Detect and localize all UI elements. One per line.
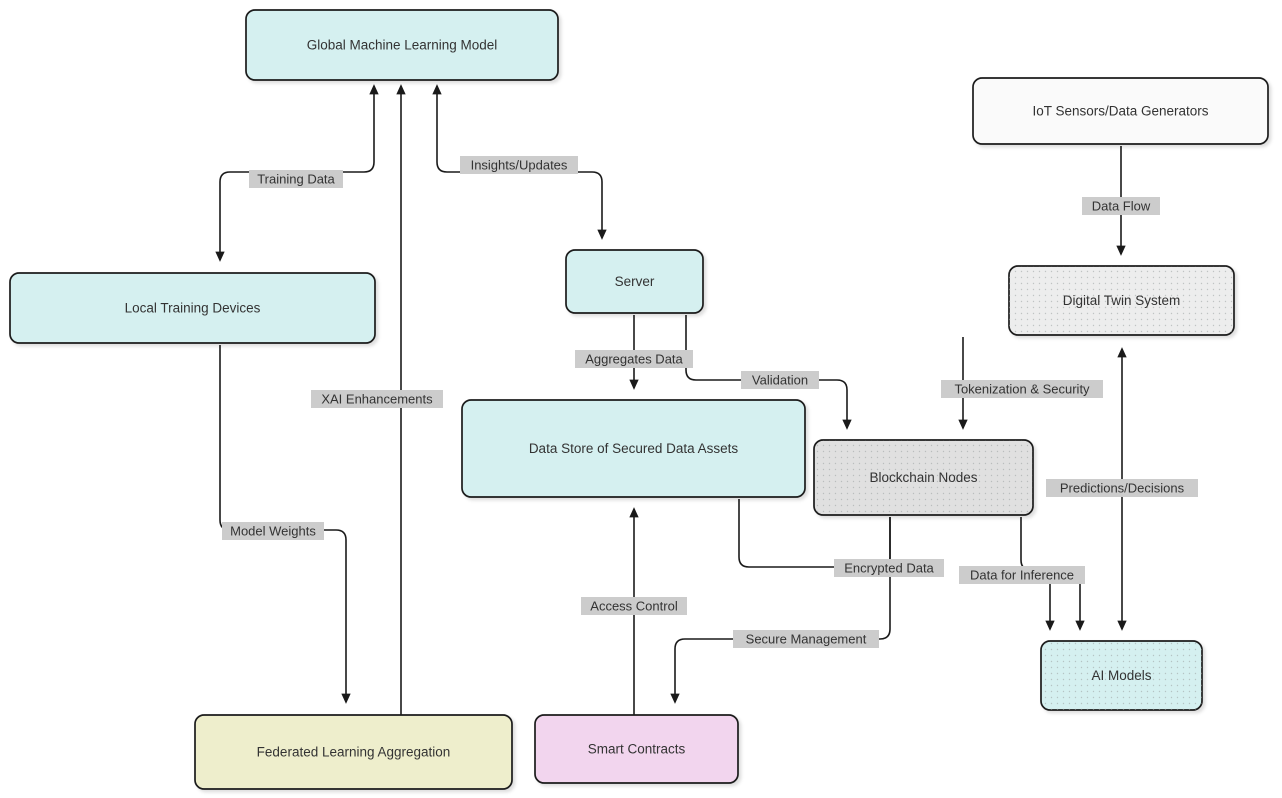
node-data_store[interactable]: Data Store of Secured Data Assets bbox=[461, 399, 806, 498]
edge-label-text-secure_management: Secure Management bbox=[746, 631, 867, 646]
edge-label-aggregates_data: Aggregates Data bbox=[575, 350, 693, 368]
edge-label-training_data: Training Data bbox=[249, 170, 343, 188]
edge-label-text-insights_updates: Insights/Updates bbox=[471, 157, 568, 172]
node-iot_sensors[interactable]: IoT Sensors/Data Generators bbox=[972, 77, 1269, 145]
edge-label-data_flow: Data Flow bbox=[1082, 197, 1160, 215]
edge-label-validation: Validation bbox=[741, 371, 819, 389]
edge-label-text-training_data: Training Data bbox=[257, 171, 335, 186]
node-label-ai_models: AI Models bbox=[1091, 668, 1151, 683]
node-label-local_devices: Local Training Devices bbox=[125, 301, 261, 316]
edge-label-model_weights: Model Weights bbox=[222, 522, 324, 540]
node-digital_twin[interactable]: Digital Twin System bbox=[1008, 265, 1235, 336]
edge-label-insights_updates: Insights/Updates bbox=[460, 156, 578, 174]
node-federated_agg[interactable]: Federated Learning Aggregation bbox=[194, 714, 513, 790]
node-smart_contracts[interactable]: Smart Contracts bbox=[534, 714, 739, 784]
edge-label-encrypted_data: Encrypted Data bbox=[834, 559, 944, 577]
node-label-data_store: Data Store of Secured Data Assets bbox=[529, 441, 739, 456]
edge-secure_management bbox=[670, 517, 891, 704]
node-label-server: Server bbox=[615, 274, 655, 289]
edge-label-text-validation: Validation bbox=[752, 372, 808, 387]
edge-label-xai_enhancements: XAI Enhancements bbox=[311, 390, 443, 408]
node-label-global_model: Global Machine Learning Model bbox=[307, 38, 498, 53]
edge-path-secure_management bbox=[670, 517, 891, 704]
node-ai_models[interactable]: AI Models bbox=[1040, 640, 1203, 711]
edge-label-data_for_inference: Data for Inference bbox=[959, 566, 1085, 584]
node-global_model[interactable]: Global Machine Learning Model bbox=[245, 9, 559, 81]
nodes-layer: Global Machine Learning Model Local Train… bbox=[9, 9, 1269, 790]
node-label-smart_contracts: Smart Contracts bbox=[588, 742, 686, 757]
node-label-blockchain_nodes: Blockchain Nodes bbox=[869, 470, 977, 485]
node-label-federated_agg: Federated Learning Aggregation bbox=[257, 745, 451, 760]
edge-label-text-xai_enhancements: XAI Enhancements bbox=[321, 391, 433, 406]
flowchart-canvas: Global Machine Learning Model Local Train… bbox=[0, 0, 1282, 798]
edge-label-text-tokenization_security: Tokenization & Security bbox=[954, 381, 1090, 396]
edge-label-tokenization_security: Tokenization & Security bbox=[941, 380, 1103, 398]
edge-label-text-access_control: Access Control bbox=[590, 598, 678, 613]
node-server[interactable]: Server bbox=[565, 249, 704, 314]
edge-label-access_control: Access Control bbox=[581, 597, 687, 615]
edge-label-predictions_decisions: Predictions/Decisions bbox=[1046, 479, 1198, 497]
edge-label-text-predictions_decisions: Predictions/Decisions bbox=[1060, 480, 1185, 495]
flowchart-svg: Global Machine Learning Model Local Train… bbox=[9, 9, 1269, 790]
node-blockchain_nodes[interactable]: Blockchain Nodes bbox=[813, 439, 1034, 516]
edge-label-text-model_weights: Model Weights bbox=[230, 523, 316, 538]
edge-label-text-aggregates_data: Aggregates Data bbox=[585, 351, 683, 366]
edge-label-text-data_flow: Data Flow bbox=[1092, 198, 1151, 213]
node-label-iot_sensors: IoT Sensors/Data Generators bbox=[1032, 104, 1208, 119]
edge-label-text-encrypted_data: Encrypted Data bbox=[844, 560, 934, 575]
edge-label-secure_management: Secure Management bbox=[733, 630, 879, 648]
node-label-digital_twin: Digital Twin System bbox=[1063, 293, 1181, 308]
node-local_devices[interactable]: Local Training Devices bbox=[9, 272, 376, 344]
edge-label-text-data_for_inference: Data for Inference bbox=[970, 567, 1074, 582]
